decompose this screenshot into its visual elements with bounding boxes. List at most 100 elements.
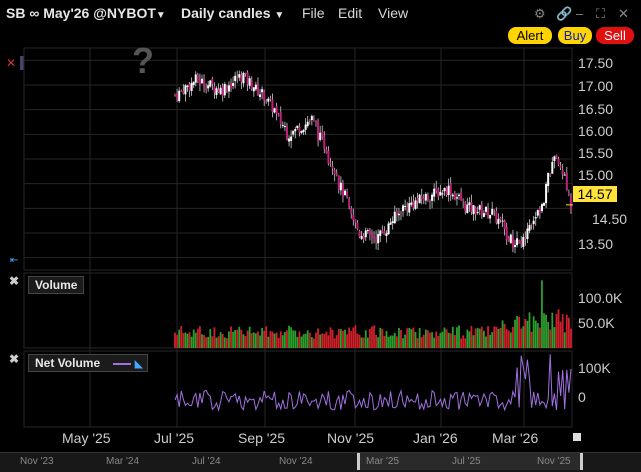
- menu-view[interactable]: View: [378, 5, 408, 21]
- candle-body: [377, 234, 380, 244]
- chart-canvas: [23, 47, 573, 428]
- sell-button[interactable]: Sell: [596, 27, 634, 44]
- buy-button[interactable]: Buy: [558, 27, 592, 44]
- volume-bar: [281, 335, 284, 348]
- candle-body: [362, 235, 365, 240]
- candle-body: [267, 98, 270, 102]
- text-icon[interactable]: T: [20, 56, 34, 70]
- menu-file[interactable]: File: [302, 5, 325, 21]
- close-icon[interactable]: ✕: [618, 6, 629, 22]
- candle-body: [205, 87, 208, 91]
- volume-bar: [538, 327, 541, 348]
- volume-bar: [182, 332, 185, 348]
- volume-bar: [561, 314, 564, 348]
- candle-body: [196, 74, 199, 82]
- candle-body: [399, 212, 402, 214]
- candle-body: [348, 199, 351, 208]
- volume-bar: [416, 338, 419, 348]
- candle-body: [493, 209, 496, 211]
- volume-bar: [238, 326, 241, 348]
- candle-body: [254, 84, 257, 90]
- volume-bar: [424, 329, 427, 348]
- volume-bar: [441, 331, 444, 348]
- volume-bar: [329, 327, 332, 348]
- volume-bar: [427, 330, 429, 348]
- candle-body: [281, 124, 284, 126]
- candle-body: [422, 198, 425, 201]
- candle-body: [364, 230, 367, 238]
- candle-body: [360, 236, 363, 239]
- volume-bar: [290, 327, 293, 348]
- volume-bar: [534, 320, 537, 348]
- net-volume-panel-label: Net Volume ◣: [28, 354, 148, 372]
- candle-body: [240, 74, 243, 82]
- candle-body: [435, 187, 438, 192]
- volume-bar: [462, 335, 465, 348]
- candle-body: [337, 175, 340, 190]
- close-icon[interactable]: ✕: [4, 56, 18, 70]
- volume-bar: [215, 337, 218, 348]
- close-icon[interactable]: ✖: [9, 274, 19, 288]
- candle-body: [545, 183, 548, 204]
- gear-icon[interactable]: ⚙: [534, 6, 546, 22]
- volume-bar: [308, 332, 311, 348]
- chart-mode-selector[interactable]: Daily candles ▼: [181, 5, 284, 21]
- candle-body: [509, 234, 512, 243]
- corner-handle[interactable]: [573, 433, 581, 441]
- candle-body: [497, 219, 500, 224]
- price-tick: 16.00: [578, 123, 614, 139]
- candle-body: [476, 211, 479, 213]
- volume-bar: [383, 335, 386, 348]
- alert-button[interactable]: Alert: [508, 27, 552, 44]
- crosshair-icon[interactable]: ┼: [38, 56, 52, 70]
- volume-bar: [176, 334, 179, 348]
- candle-body: [379, 230, 382, 236]
- settings-icon[interactable]: ◣: [135, 359, 143, 370]
- link-icon[interactable]: 🔗: [556, 6, 572, 22]
- fit-icon[interactable]: ⊣⊢: [170, 56, 191, 70]
- menu-edit[interactable]: Edit: [338, 5, 362, 21]
- volume-bar: [553, 327, 556, 348]
- volume-bar: [192, 329, 195, 348]
- candle-body: [439, 191, 442, 196]
- navigator-tick: Jul '25: [452, 456, 481, 467]
- volume-bar: [522, 326, 525, 348]
- candle-body: [484, 206, 487, 212]
- maximize-icon[interactable]: ⛶: [596, 6, 605, 22]
- candle-body: [283, 126, 286, 128]
- volume-bar: [410, 329, 413, 348]
- candle-body: [194, 74, 197, 83]
- zoom-out-icon[interactable]: ⊖: [104, 56, 118, 70]
- volume-bar: [327, 335, 330, 348]
- candle-body: [306, 121, 309, 126]
- close-icon[interactable]: ✖: [9, 352, 19, 366]
- volume-bar: [541, 280, 543, 348]
- volume-bar: [288, 325, 290, 348]
- candle-body: [186, 85, 189, 87]
- x-tick: Jan '26: [413, 430, 458, 446]
- expand-icon[interactable]: ⇤: [10, 255, 18, 266]
- pointer-icon[interactable]: ↖: [60, 56, 74, 70]
- candle-body: [227, 85, 230, 92]
- volume-bar: [412, 327, 415, 348]
- volume-bar: [313, 338, 315, 348]
- candle-body: [192, 81, 195, 86]
- volume-bar: [209, 329, 212, 348]
- symbol-selector[interactable]: SB ∞ May'26 @NYBOT▼: [6, 5, 166, 21]
- volume-bar: [474, 328, 477, 348]
- candle-body: [555, 155, 558, 159]
- volume-bar: [470, 325, 473, 348]
- volume-bar: [306, 330, 309, 348]
- minimize-icon[interactable]: –: [576, 6, 583, 21]
- volume-bar: [451, 326, 454, 348]
- candle-body: [321, 131, 324, 137]
- candle-body: [304, 124, 307, 130]
- zoom-in-icon[interactable]: ⊕: [82, 56, 96, 70]
- chevron-down-icon[interactable]: ▼: [186, 56, 200, 70]
- volume-bar: [337, 329, 340, 348]
- volume-bar: [489, 334, 492, 348]
- price-tick: 14.50: [592, 211, 628, 227]
- volume-bar: [458, 325, 460, 348]
- volume-bar: [184, 332, 187, 348]
- volume-bar: [339, 329, 342, 348]
